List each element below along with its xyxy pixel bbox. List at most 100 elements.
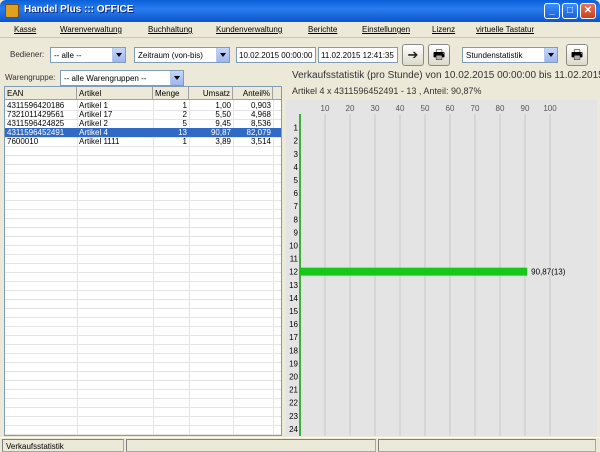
table-gridline [5,371,281,372]
warengruppe-select[interactable]: -- alle Warengruppen -- [60,70,184,86]
table-row[interactable]: 7600010 Artikel 1111 1 3,89 3,514 [5,137,281,146]
table-cell-anteil: 0,903 [250,101,271,110]
y-tick-label: 7 [294,202,299,211]
table-cell-menge: 13 [178,128,187,137]
printer-icon: 🖶 [570,47,584,62]
status-pane-3 [378,439,596,452]
table-gridline [5,290,281,291]
date-from-field[interactable]: 10.02.2015 00:00:00 [236,47,316,63]
app-icon [5,4,19,18]
table-gridline [5,317,281,318]
y-tick-label: 21 [289,386,298,395]
print-button[interactable]: 🖶 [428,44,450,66]
table-gridline [5,272,281,273]
table-row[interactable]: 4311596452491 Artikel 4 13 90,87 82,079 [5,128,281,137]
menu-virtuelle-tastatur[interactable]: virtuelle Tastatur [476,25,534,34]
table-gridline [5,254,281,255]
table-gridline [189,100,190,435]
table-gridline [5,218,281,219]
table-gridline [5,245,281,246]
sales-table[interactable]: EAN Artikel Menge Umsatz Anteil% 4311596… [4,86,282,436]
menu-kundenverwaltung[interactable]: Kundenverwaltung [216,25,282,34]
table-gridline [77,100,78,435]
table-gridline [5,389,281,390]
close-button[interactable]: ✕ [580,3,596,19]
table-gridline [5,425,281,426]
menu-warenverwaltung[interactable]: Warenverwaltung [60,25,122,34]
table-row[interactable]: 7321011429561 Artikel 17 2 5,50 4,968 [5,110,281,119]
menu-lizenz[interactable]: Lizenz [432,25,455,34]
printer-icon: 🖶 [432,47,446,62]
statistik-select[interactable]: Stundenstatistik [462,47,558,63]
table-cell-umsatz: 5,50 [215,110,231,119]
x-tick-label: 10 [321,104,330,113]
minimize-button[interactable]: _ [544,3,560,19]
column-header-umsatz[interactable]: Umsatz [189,87,233,100]
y-tick-label: 15 [289,307,298,316]
y-tick-label: 3 [294,150,299,159]
warengruppe-label: Warengruppe: [5,73,56,82]
zeitraum-value: Zeitraum (von-bis) [138,51,203,60]
column-header-ean[interactable]: EAN [5,87,77,100]
zeitraum-select[interactable]: Zeitraum (von-bis) [134,47,230,63]
y-tick-label: 6 [294,189,299,198]
maximize-button[interactable]: □ [562,3,578,19]
table-row[interactable]: 4311596420186 Artikel 1 1 1,00 0,903 [5,101,281,110]
status-bar: Verkaufsstatistik [0,437,600,452]
menu-buchhaltung[interactable]: Buchhaltung [148,25,192,34]
table-cell-anteil: 82,079 [246,128,271,137]
status-pane-2 [126,439,376,452]
menu-einstellungen[interactable]: Einstellungen [362,25,410,34]
table-gridline [5,326,281,327]
y-tick-label: 4 [294,163,299,172]
table-row[interactable]: 4311596424825 Artikel 2 5 9,45 8,536 [5,119,281,128]
statistik-value: Stundenstatistik [466,51,523,60]
table-gridline [5,344,281,345]
column-header-anteil[interactable]: Anteil% [233,87,273,100]
x-tick-label: 30 [371,104,380,113]
table-gridline [5,191,281,192]
table-cell-artikel: Artikel 2 [79,119,108,128]
table-cell-menge: 5 [182,119,187,128]
column-header-menge[interactable]: Menge [153,87,189,100]
date-to-field[interactable]: 11.02.2015 12:41:35 [318,47,398,63]
table-cell-umsatz: 1,00 [215,101,231,110]
y-tick-label: 23 [289,412,298,421]
table-gridline [5,416,281,417]
hourly-bar-chart: 10 20 30 40 50 60 70 80 90 100123456789101112 90,8… [289,104,566,436]
chevron-down-icon [112,48,125,62]
table-gridline [5,434,281,435]
table-cell-umsatz: 9,45 [215,119,231,128]
table-cell-artikel: Artikel 17 [79,110,113,119]
table-gridline [5,281,281,282]
x-tick-label: 60 [446,104,455,113]
menu-kasse[interactable]: Kasse [14,25,36,34]
x-tick-label: 70 [471,104,480,113]
table-cell-anteil: 3,514 [250,137,271,146]
go-button[interactable]: ➔ [402,44,424,66]
y-tick-label: 18 [289,346,298,355]
chart-panel: 10 20 30 40 50 60 70 80 90 100 1 2 3 4 5 6 7 8 9 10 11 12 90,8… [286,100,597,436]
table-cell-ean: 7600010 [7,137,39,146]
y-tick-label: 20 [289,372,298,381]
print-statistik-button[interactable]: 🖶 [566,44,588,66]
x-tick-label: 50 [421,104,430,113]
table-cell-artikel: Artikel 4 [79,128,108,137]
y-tick-label: 22 [289,399,298,408]
table-cell-menge: 1 [182,101,187,110]
column-header-artikel[interactable]: Artikel [77,87,153,100]
table-gridline [5,335,281,336]
table-gridline [5,380,281,381]
table-cell-ean: 4311596424825 [7,119,65,128]
menu-berichte[interactable]: Berichte [308,25,337,34]
y-tick-label: 14 [289,294,298,303]
y-tick-label: 9 [294,228,299,237]
table-gridline [5,236,281,237]
table-gridline [5,155,281,156]
table-gridline [153,100,154,435]
x-tick-label: 40 [396,104,405,113]
bar-data-label: 90,87(13) [531,268,566,277]
y-tick-label: 10 [289,241,298,250]
chevron-down-icon [170,71,183,85]
bediener-select[interactable]: -- alle -- [50,47,126,63]
